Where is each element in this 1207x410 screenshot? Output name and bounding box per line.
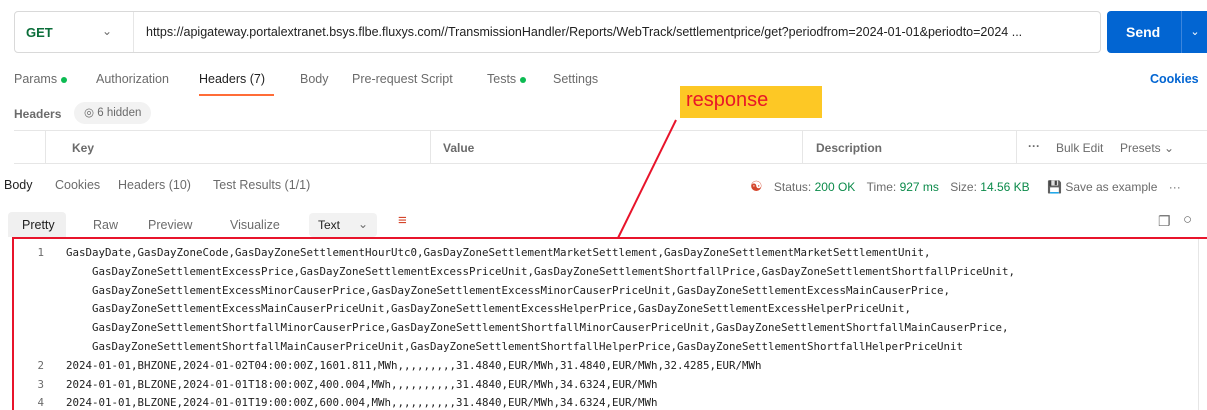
annotation-label: response xyxy=(686,89,769,111)
annotation-box: response xyxy=(680,86,822,118)
annotation-arrow xyxy=(617,119,677,239)
annotation-line xyxy=(617,119,677,239)
